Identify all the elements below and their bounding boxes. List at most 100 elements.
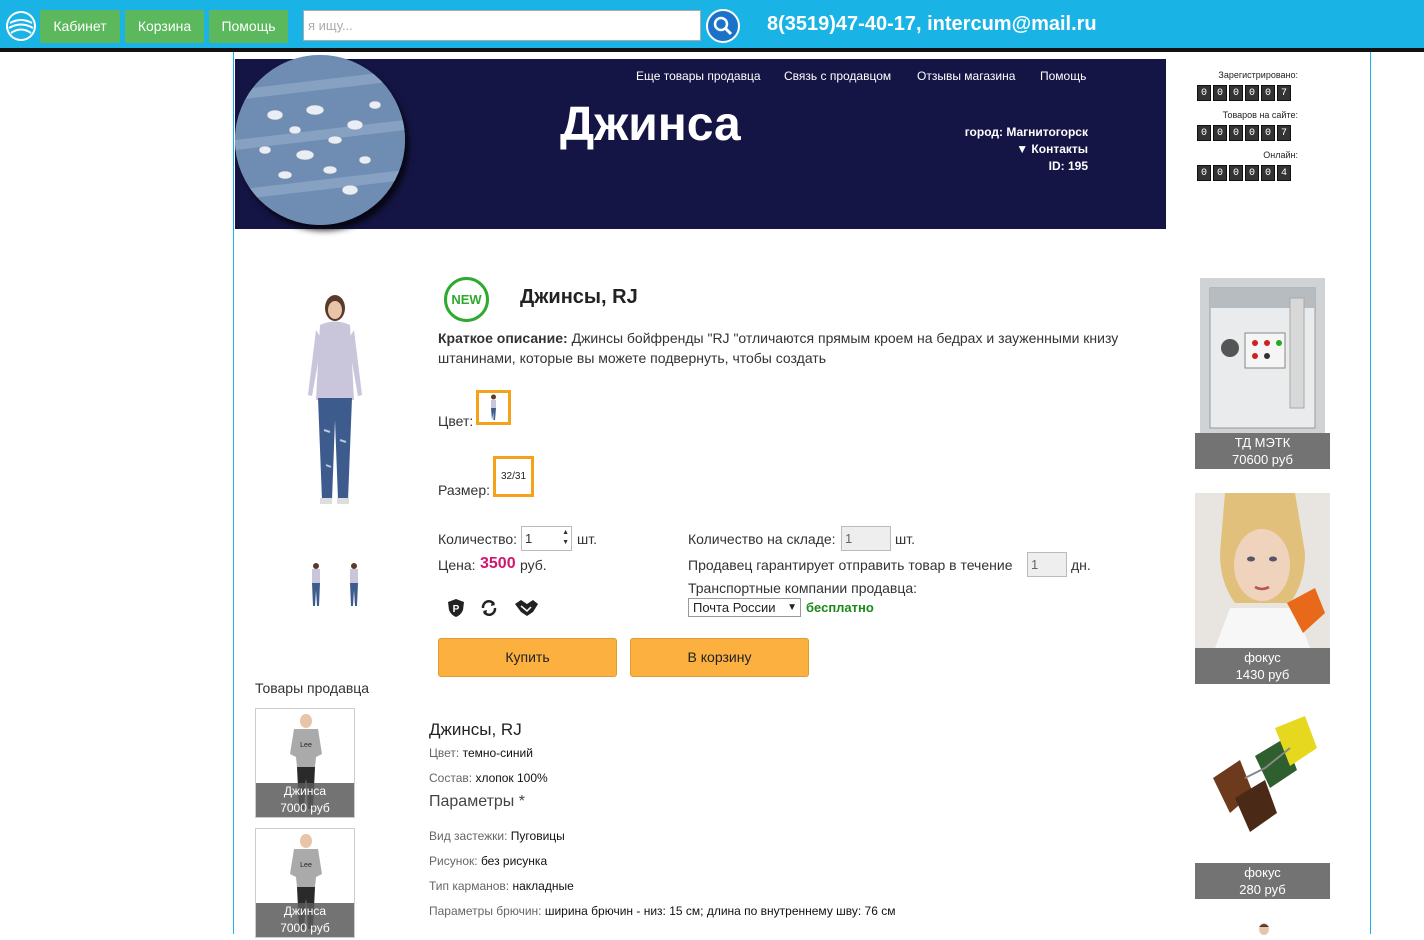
sidebar-product-price: 280 руб <box>1239 882 1286 897</box>
banner-image <box>235 55 405 225</box>
short-description-line-2: штанинами, которые вы можете подвернуть,… <box>438 350 827 366</box>
top-bar: Кабинет Корзина Помощь 8(3519)47-40-17, … <box>0 0 1424 52</box>
shop-city: город: Магнитогорск <box>964 125 1088 139</box>
product-title: Джинсы, RJ <box>520 286 638 308</box>
guarantee-unit: дн. <box>1071 557 1091 573</box>
counter-registered: 000007 <box>1197 85 1293 101</box>
sidebar-product-name: ТД МЭТК <box>1234 435 1291 450</box>
seller-goods-name: Джинса <box>283 784 327 798</box>
counter-digit: 7 <box>1277 85 1291 101</box>
buy-button[interactable]: Купить <box>438 638 617 677</box>
details-composition: Состав: хлопок 100% <box>429 771 548 785</box>
nav-cart-button[interactable]: Корзина <box>125 10 204 43</box>
details-title: Джинсы, RJ <box>429 720 522 739</box>
transport-select[interactable]: Почта России ▼ <box>688 598 801 617</box>
sidebar-product-card[interactable]: ТД МЭТК 70600 руб <box>1195 278 1330 469</box>
banner-nav-more-goods[interactable]: Еще товары продавца <box>636 69 761 83</box>
handshake-icon[interactable] <box>513 596 540 620</box>
size-label: Размер: <box>438 482 491 498</box>
sidebar-product-name: фокус <box>1244 865 1281 880</box>
refresh-icon[interactable] <box>479 598 499 618</box>
counter-digit: 0 <box>1213 85 1227 101</box>
search-icon <box>713 16 733 36</box>
shop-contacts-toggle[interactable]: ▼ Контакты <box>1016 142 1088 156</box>
counter-digit: 0 <box>1261 85 1275 101</box>
sidebar-product-image <box>1200 278 1325 433</box>
transport-free-label: бесплатно <box>806 600 874 615</box>
nav-help-button[interactable]: Помощь <box>209 10 288 43</box>
product-main-image[interactable] <box>290 290 380 520</box>
guarantee-label: Продавец гарантирует отправить товар в т… <box>688 557 1013 573</box>
quantity-stepper[interactable]: 1 ▲ ▼ <box>521 526 572 551</box>
stepper-arrows-icon[interactable]: ▲ ▼ <box>562 528 569 548</box>
short-description-text: Джинсы бойфренды "RJ "отличаются прямым … <box>571 330 1119 346</box>
shop-title: Джинса <box>560 98 741 151</box>
new-badge-text: NEW <box>451 292 482 307</box>
quantity-label: Количество: <box>438 531 518 547</box>
product-thumbnail-2[interactable] <box>343 562 365 608</box>
short-description-label: Краткое описание: <box>438 330 568 346</box>
size-option[interactable]: 32/31 <box>493 456 534 497</box>
search-input[interactable] <box>303 10 701 41</box>
counter-registered-label: Зарегистрировано: <box>1218 70 1298 80</box>
counter-digit: 0 <box>1229 85 1243 101</box>
counter-digit: 0 <box>1229 165 1243 181</box>
price-label: Цена: <box>438 557 476 573</box>
counter-digit: 0 <box>1197 165 1211 181</box>
page-border-right <box>1370 52 1371 934</box>
counter-digit: 0 <box>1245 85 1259 101</box>
stock-value: 1 <box>841 526 891 551</box>
details-params-title: Параметры * <box>429 793 525 810</box>
seller-goods-item[interactable]: Lee Джинса 7000 руб <box>255 828 355 938</box>
stock-unit: шт. <box>895 531 915 547</box>
sidebar-product-image <box>1195 493 1330 648</box>
seller-goods-item[interactable]: Lee Джинса 7000 руб <box>255 708 355 818</box>
product-thumbnail-1[interactable] <box>305 562 327 608</box>
search-button[interactable] <box>706 9 740 43</box>
sidebar-product-price: 70600 руб <box>1232 452 1293 467</box>
sidebar-product-caption: ТД МЭТК 70600 руб <box>1195 433 1330 469</box>
seller-goods-caption: Джинса 7000 руб <box>256 903 354 937</box>
counter-digit: 0 <box>1261 165 1275 181</box>
banner-nav-reviews[interactable]: Отзывы магазина <box>917 69 1015 83</box>
color-label: Цвет: <box>438 413 474 429</box>
nav-cabinet-button[interactable]: Кабинет <box>40 10 120 43</box>
seller-goods-name: Джинса <box>283 904 327 918</box>
svg-text:Lee: Lee <box>300 862 312 869</box>
page-border-left <box>233 52 234 934</box>
shop-id: ID: 195 <box>1048 159 1088 173</box>
quantity-value: 1 <box>525 531 533 546</box>
counter-digit: 0 <box>1245 165 1259 181</box>
chevron-down-icon: ▼ <box>787 602 797 613</box>
site-logo-icon[interactable] <box>6 11 36 41</box>
new-badge: NEW <box>443 276 490 323</box>
shield-icon[interactable]: P <box>445 597 467 619</box>
price-unit: руб. <box>520 557 547 573</box>
seller-goods-price: 7000 руб <box>280 801 330 815</box>
seller-goods-title: Товары продавца <box>255 680 370 696</box>
sidebar-product-caption: фокус 280 руб <box>1195 863 1330 899</box>
counter-digit: 0 <box>1213 125 1227 141</box>
counter-digit: 0 <box>1245 125 1259 141</box>
stock-label: Количество на складе: <box>688 531 836 547</box>
price-value: 3500 <box>480 555 516 572</box>
seller-goods-caption: Джинса 7000 руб <box>256 783 354 817</box>
sidebar-product-price: 1430 руб <box>1235 667 1290 682</box>
add-to-cart-button[interactable]: В корзину <box>630 638 809 677</box>
sidebar-product-caption: фокус 1430 руб <box>1195 648 1330 684</box>
sidebar-product-card[interactable]: фокус 280 руб <box>1195 708 1330 899</box>
details-trousers: Параметры брючин: ширина брючин - низ: 1… <box>429 904 896 918</box>
counter-online-label: Онлайн: <box>1263 150 1298 160</box>
counter-digit: 4 <box>1277 165 1291 181</box>
banner-nav-help[interactable]: Помощь <box>1040 69 1086 83</box>
counter-goods: 000007 <box>1197 125 1293 141</box>
counter-digit: 0 <box>1229 125 1243 141</box>
counter-online: 000004 <box>1197 165 1293 181</box>
sidebar-product-card[interactable]: фокус 1430 руб <box>1195 493 1330 684</box>
sidebar-next-product-peek <box>1256 922 1272 935</box>
counter-digit: 0 <box>1213 165 1227 181</box>
sidebar-product-name: фокус <box>1244 650 1281 665</box>
details-pockets: Тип карманов: накладные <box>429 879 574 893</box>
color-swatch[interactable] <box>476 390 511 425</box>
banner-nav-contact-seller[interactable]: Связь с продавцом <box>784 69 891 83</box>
